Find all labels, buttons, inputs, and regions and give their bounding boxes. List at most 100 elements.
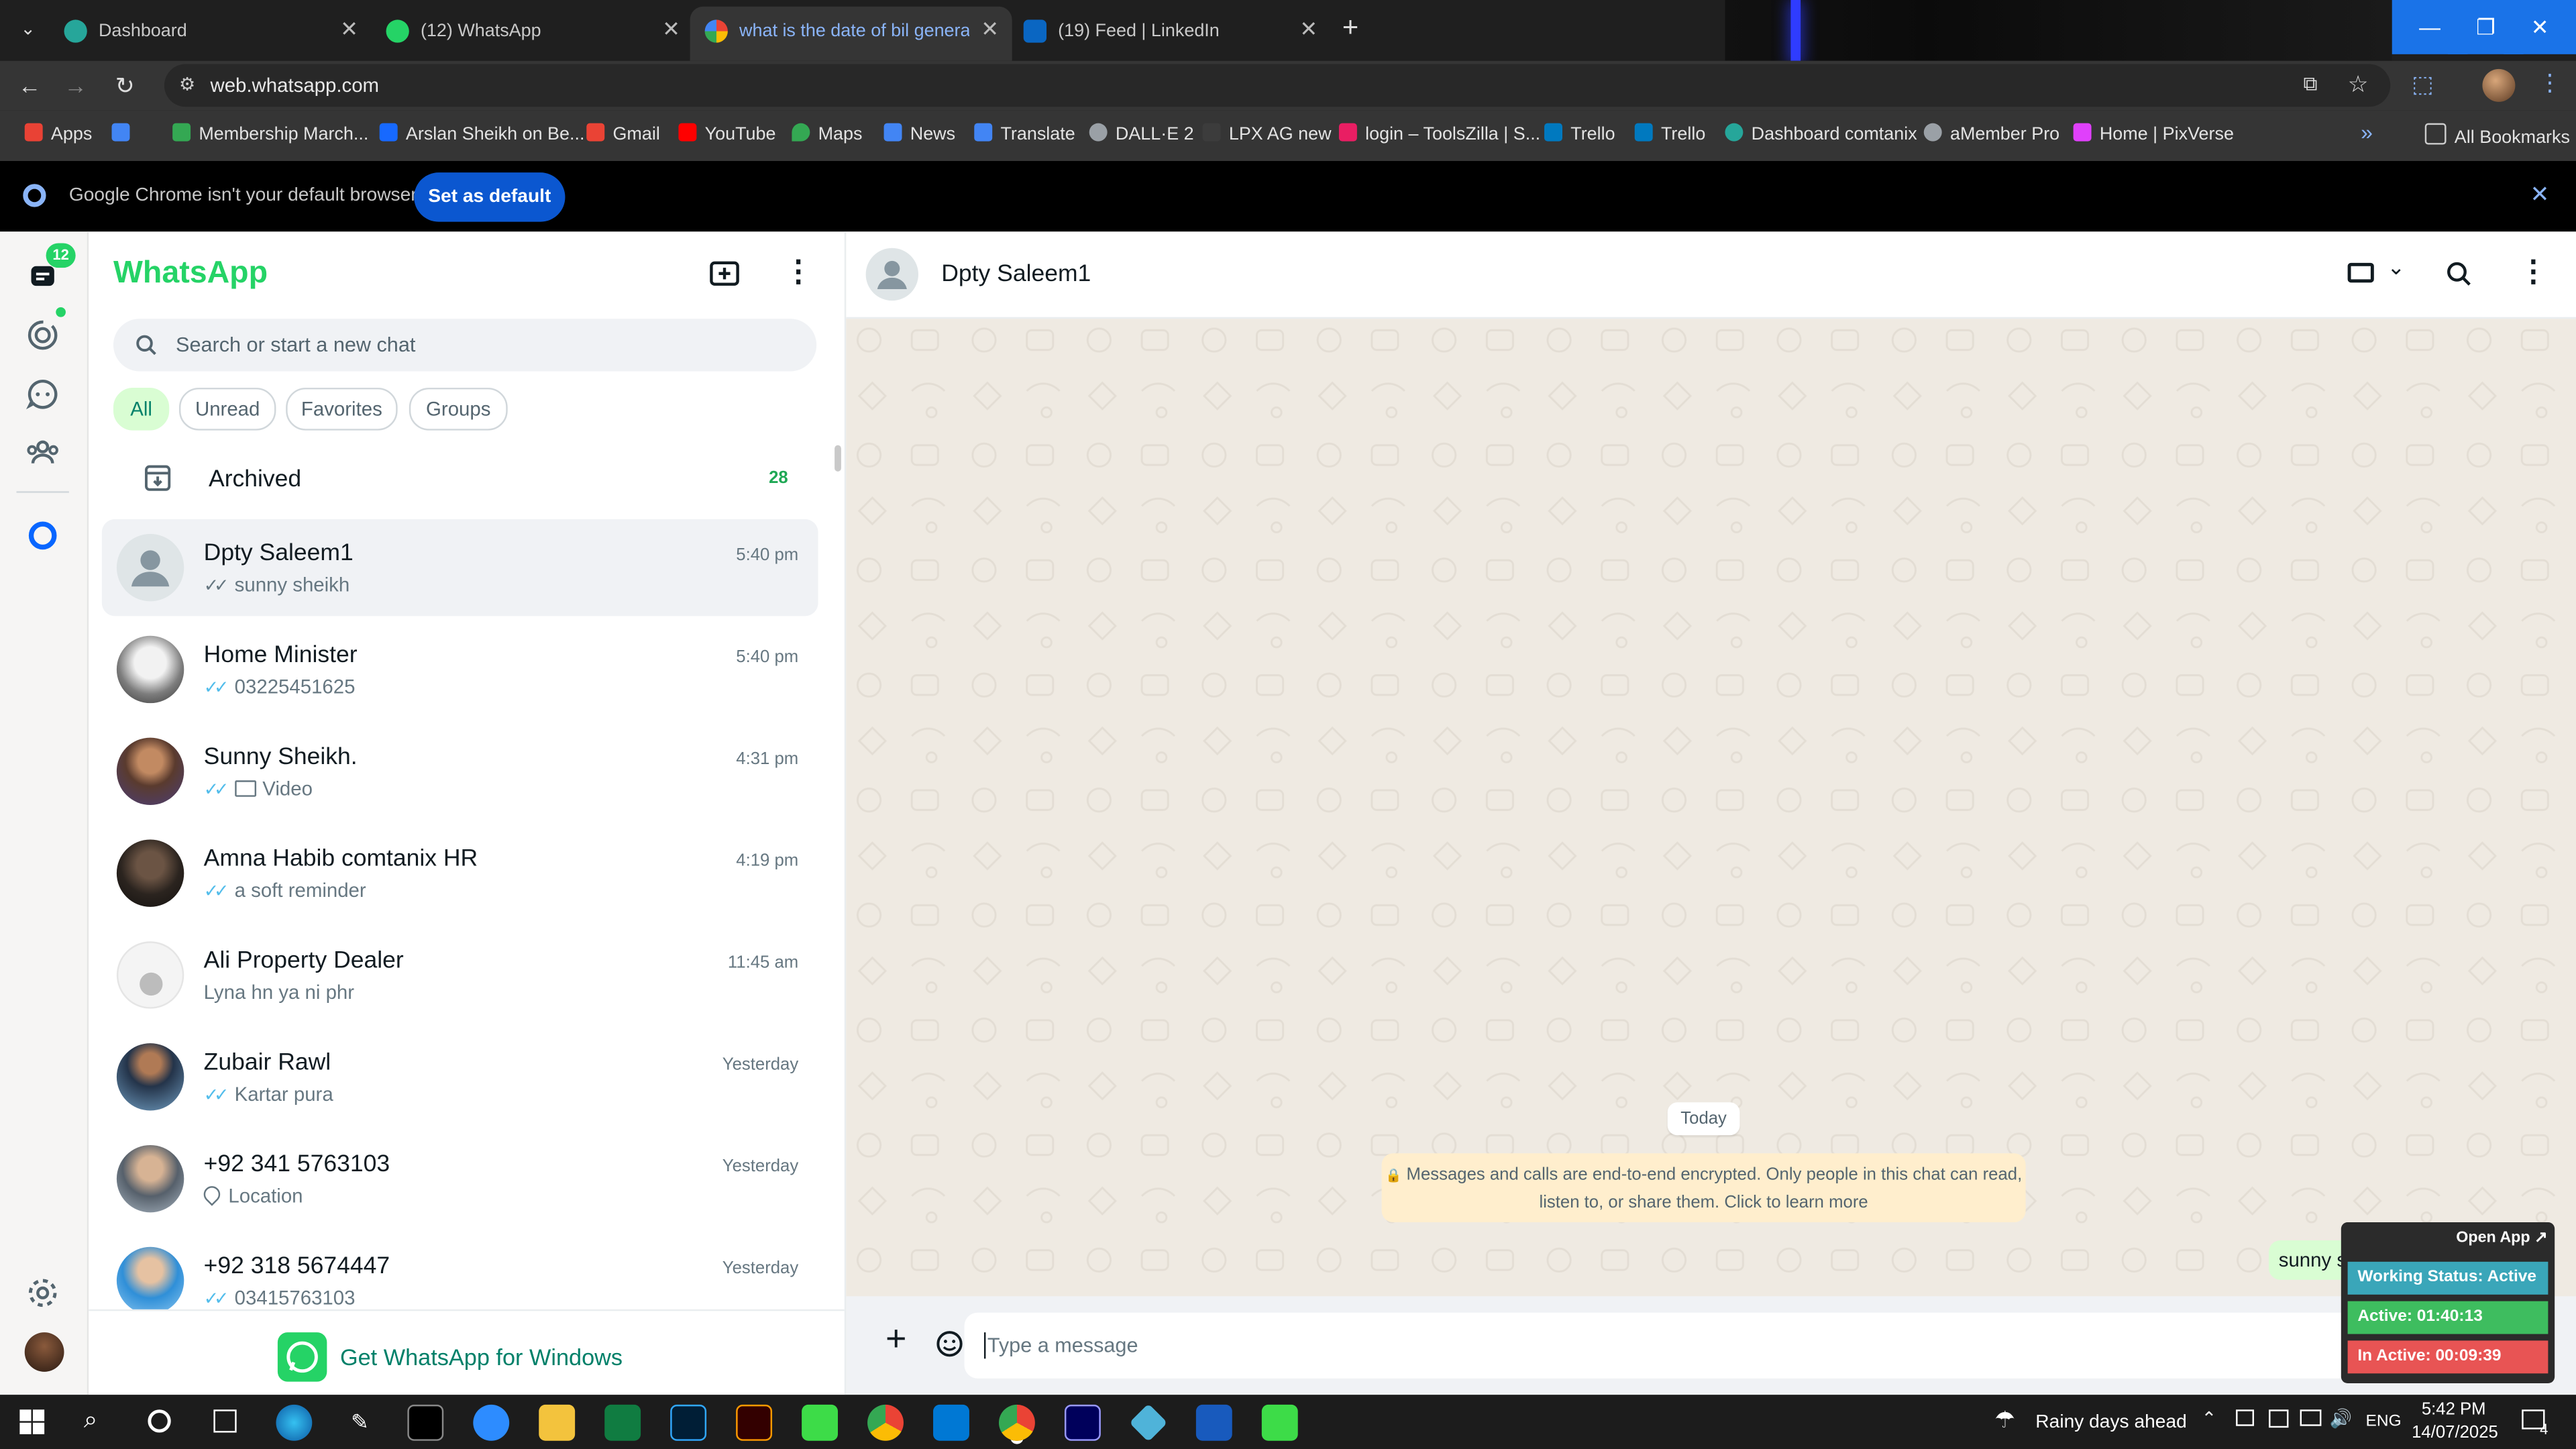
sticker-icon[interactable] xyxy=(934,1329,964,1358)
bookmark-grid[interactable] xyxy=(111,123,138,145)
app-green-2-icon[interactable] xyxy=(1261,1404,1298,1441)
bookmark-item[interactable]: login – ToolsZilla | S... xyxy=(1338,123,1540,145)
weather-text[interactable]: Rainy days ahead xyxy=(2035,1413,2186,1432)
chat-row-ali-property-dealer[interactable]: Ali Property Dealer Lyna hn ya ni phr 11… xyxy=(102,926,818,1023)
chrome-active-icon[interactable] xyxy=(998,1404,1035,1441)
task-view-icon[interactable] xyxy=(213,1409,237,1433)
bookmark-item[interactable]: YouTube xyxy=(678,123,776,145)
cortana-icon[interactable] xyxy=(148,1409,171,1433)
bookmark-item[interactable]: Translate xyxy=(974,123,1075,145)
open-app-button[interactable]: Open App ↗ xyxy=(2456,1229,2547,1247)
close-infobar-icon[interactable]: ✕ xyxy=(2530,180,2549,209)
tab-search-button[interactable]: ⌄ xyxy=(13,15,43,44)
set-as-default-button[interactable]: Set as default xyxy=(414,172,566,222)
search-icon[interactable] xyxy=(2447,261,2473,287)
bookmark-item[interactable]: aMember Pro xyxy=(1923,123,2059,145)
get-whatsapp-windows-banner[interactable]: Get WhatsApp for Windows xyxy=(89,1309,845,1397)
bookmark-item[interactable]: Home | PixVerse xyxy=(2073,123,2234,145)
filter-all[interactable]: All xyxy=(113,387,170,431)
search-input[interactable]: Search or start a new chat xyxy=(113,319,817,372)
tray-monitor-icon[interactable] xyxy=(2300,1409,2322,1426)
reload-icon[interactable]: ↻ xyxy=(109,69,142,102)
site-info-icon[interactable]: ⚙ xyxy=(179,74,195,95)
app-diamond-icon[interactable] xyxy=(1129,1403,1168,1442)
back-icon[interactable]: ← xyxy=(13,69,46,102)
tab-whatsapp[interactable]: (12) WhatsApp ✕ xyxy=(371,7,693,61)
status-icon[interactable] xyxy=(25,317,61,354)
new-tab-button[interactable]: + xyxy=(1332,10,1368,46)
filter-unread[interactable]: Unread xyxy=(178,387,276,431)
settings-icon[interactable] xyxy=(25,1275,61,1311)
tray-meet-icon[interactable] xyxy=(2236,1409,2255,1426)
photoshop-icon[interactable] xyxy=(670,1404,707,1441)
more-bookmarks-button[interactable]: » xyxy=(2361,120,2373,145)
chat-menu-icon[interactable]: ⋮ xyxy=(2518,255,2548,289)
install-app-icon[interactable]: ⧉ xyxy=(2303,72,2317,97)
tab-google-search[interactable]: what is the date of bil generatio ✕ xyxy=(690,6,1012,61)
edge-icon[interactable] xyxy=(276,1404,313,1441)
bookmark-item[interactable]: News xyxy=(883,123,955,145)
bookmark-item[interactable]: Membership March... xyxy=(172,123,368,145)
bookmark-item[interactable]: Trello xyxy=(1544,123,1615,145)
tray-chevron-icon[interactable]: ⌃ xyxy=(2202,1408,2217,1429)
encryption-notice[interactable]: 🔒 Messages and calls are end-to-end encr… xyxy=(1381,1153,2026,1223)
video-call-icon[interactable] xyxy=(2347,262,2374,283)
forward-icon[interactable]: → xyxy=(59,69,92,102)
contact-name[interactable]: Dpty Saleem1 xyxy=(941,261,1091,287)
chat-row-zubair-rawl[interactable]: Zubair Rawl ✓✓ Kartar pura Yesterday xyxy=(102,1028,818,1125)
pen-tool-icon[interactable]: ✎ xyxy=(341,1405,378,1441)
bookmark-item[interactable]: Dashboard comtanix xyxy=(1725,123,1917,145)
filter-favorites[interactable]: Favorites xyxy=(286,387,398,431)
zoom-icon[interactable] xyxy=(473,1404,510,1441)
menu-icon[interactable]: ⋮ xyxy=(784,255,813,289)
bookmark-item[interactable]: DALL·E 2 xyxy=(1089,123,1194,145)
search-icon[interactable]: ⌕ xyxy=(84,1406,98,1434)
profile-avatar[interactable] xyxy=(24,1332,64,1372)
communities-icon[interactable] xyxy=(25,434,61,470)
conversation-header[interactable]: Dpty Saleem1 ⌄ ⋮ xyxy=(846,231,2576,319)
chat-row-923185674447[interactable]: +92 318 5674447 ✓✓ 03415763103 Yesterday xyxy=(102,1232,818,1309)
contact-avatar[interactable] xyxy=(865,248,918,301)
windows-start-icon[interactable] xyxy=(19,1409,45,1434)
bookmark-star-icon[interactable]: ☆ xyxy=(2348,70,2369,99)
terminal-icon[interactable] xyxy=(407,1404,444,1441)
all-bookmarks-button[interactable]: All Bookmarks xyxy=(2424,123,2570,148)
vscode-icon[interactable] xyxy=(933,1404,969,1441)
tray-network-icon[interactable] xyxy=(2269,1409,2289,1428)
url-text[interactable]: web.whatsapp.com xyxy=(210,74,379,97)
filter-groups[interactable]: Groups xyxy=(409,387,508,431)
chat-row-sunny-sheikh[interactable]: Sunny Sheikh. ✓✓ Video 4:31 pm xyxy=(102,723,818,820)
chrome-icon[interactable] xyxy=(867,1404,904,1441)
clock-date[interactable]: 14/07/2025 xyxy=(2412,1423,2498,1442)
chat-row-923415763103[interactable]: +92 341 5763103 Location Yesterday xyxy=(102,1130,818,1227)
bookmark-item[interactable]: Trello xyxy=(1634,123,1705,145)
attach-icon[interactable]: + xyxy=(885,1320,906,1357)
extensions-icon[interactable]: ⬚ xyxy=(2412,70,2433,99)
volume-icon[interactable]: 🔊 xyxy=(2330,1408,2353,1429)
bookmark-item[interactable]: LPX AG new xyxy=(1202,123,1332,145)
chevron-down-icon[interactable]: ⌄ xyxy=(2387,255,2405,281)
bookmark-item[interactable]: Maps xyxy=(792,123,862,145)
close-tab-icon[interactable]: ✕ xyxy=(1299,16,1318,42)
chat-list-scrollbar[interactable] xyxy=(835,445,841,472)
chat-row-amna-habib[interactable]: Amna Habib comtanix HR ✓✓ a soft reminde… xyxy=(102,824,818,921)
channels-icon[interactable] xyxy=(25,376,61,413)
illustrator-icon[interactable] xyxy=(736,1404,773,1441)
chat-row-dpty-saleem1[interactable]: Dpty Saleem1 ✓✓ sunny sheikh 5:40 pm xyxy=(101,519,818,616)
bookmark-item[interactable]: Gmail xyxy=(586,123,660,145)
browser-menu-icon[interactable]: ⋮ xyxy=(2538,69,2561,97)
premiere-icon[interactable] xyxy=(1064,1404,1101,1441)
profile-avatar[interactable] xyxy=(2482,68,2516,102)
excel-icon[interactable] xyxy=(604,1404,641,1441)
app-green-icon[interactable] xyxy=(802,1404,838,1441)
close-tab-icon[interactable]: ✕ xyxy=(340,16,358,42)
new-chat-icon[interactable] xyxy=(708,258,741,299)
file-explorer-icon[interactable] xyxy=(539,1404,576,1441)
weather-icon[interactable]: ☂ xyxy=(1994,1406,2015,1434)
address-bar[interactable]: ⚙ web.whatsapp.com ⧉ ☆ xyxy=(164,64,2391,107)
close-tab-icon[interactable]: ✕ xyxy=(662,16,680,42)
clock-time[interactable]: 5:42 PM xyxy=(2422,1400,2486,1419)
close-tab-icon[interactable]: ✕ xyxy=(981,16,999,42)
archived-row[interactable]: Archived 28 xyxy=(89,445,845,511)
chat-row-home-minister[interactable]: Home Minister ✓✓ 03225451625 5:40 pm xyxy=(102,621,818,718)
